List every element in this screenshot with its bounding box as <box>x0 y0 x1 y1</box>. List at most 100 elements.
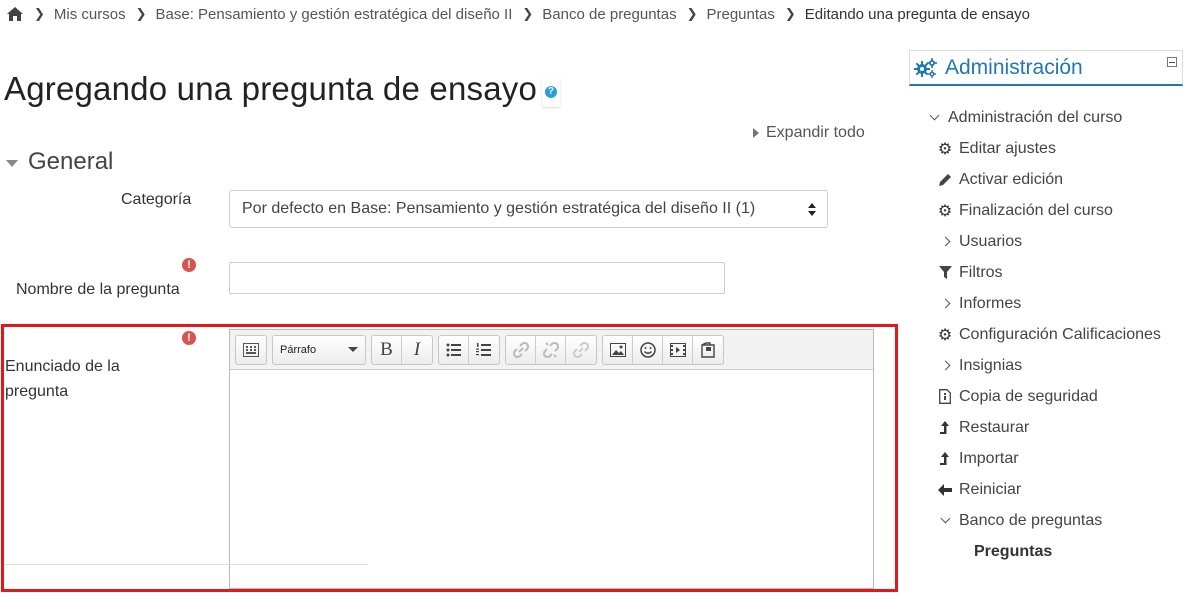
question-text-label: Enunciado de la pregunta <box>5 354 120 404</box>
administration-header: Administración <box>909 50 1183 86</box>
tree-item-label: Restaurar <box>959 418 1030 436</box>
file-icon <box>937 389 953 405</box>
chevron-right-icon <box>937 234 953 250</box>
chevron-right-icon <box>937 296 953 312</box>
tree-item-label: Importar <box>959 449 1019 467</box>
image-icon[interactable] <box>603 335 633 364</box>
gear-icon: ⚙ <box>937 140 953 158</box>
tree-item-backup[interactable]: Copia de seguridad <box>909 381 1183 412</box>
rich-text-editor: Párrafo B I <box>229 329 874 589</box>
paragraph-style-dropdown[interactable]: Párrafo <box>273 336 365 364</box>
link-to-file-icon[interactable] <box>566 336 596 364</box>
tree-item-questions[interactable]: Preguntas <box>909 536 1183 567</box>
cogs-icon <box>914 57 938 79</box>
category-select[interactable]: Por defecto en Base: Pensamiento y gesti… <box>229 190 828 228</box>
tree-item-label: Preguntas <box>974 542 1053 560</box>
required-icon: ! <box>182 331 196 345</box>
tree-item-filters[interactable]: Filtros <box>909 257 1183 288</box>
tree-item-badges[interactable]: Insignias <box>909 350 1183 381</box>
tree-item-label: Insignias <box>959 356 1023 374</box>
help-button[interactable]: ? <box>542 77 560 107</box>
tree-item-label: Filtros <box>959 263 1003 281</box>
link-icon[interactable] <box>506 335 536 364</box>
category-select-value: Por defecto en Base: Pensamiento y gesti… <box>242 200 756 217</box>
caret-down-icon <box>348 347 358 352</box>
section-general-label: General <box>28 148 114 175</box>
tree-item-label: Editar ajustes <box>959 139 1056 157</box>
breadcrumb-item-course[interactable]: Base: Pensamiento y gestión estratégica … <box>156 6 513 23</box>
breadcrumb-separator-icon: ❯ <box>686 6 698 21</box>
arrow-left-icon <box>937 482 953 498</box>
home-icon[interactable] <box>6 6 24 22</box>
administration-title: Administración <box>945 55 1083 79</box>
category-label: Categoría <box>121 191 192 208</box>
breadcrumb-separator-icon: ❯ <box>34 6 45 21</box>
tree-item-label: Administración del curso <box>948 108 1123 126</box>
breadcrumb: ❯ Mis cursos ❯ Base: Pensamiento y gesti… <box>6 3 1030 25</box>
tree-item-reports[interactable]: Informes <box>909 288 1183 319</box>
bold-button[interactable]: B <box>372 335 402 364</box>
page-title-text: Agregando una pregunta de ensayo <box>4 70 537 107</box>
tree-item-course-administration[interactable]: Administración del curso <box>909 102 1183 133</box>
editor-toolbar: Párrafo B I <box>230 330 873 370</box>
gear-icon: ⚙ <box>937 326 953 344</box>
tree-item-gradebook-setup[interactable]: ⚙ Configuración Calificaciones <box>909 319 1183 350</box>
tree-item-label: Copia de seguridad <box>959 387 1098 405</box>
divider <box>4 564 368 565</box>
section-general-header[interactable]: General <box>6 148 113 176</box>
chevron-right-icon <box>937 358 953 374</box>
question-text-editor-area[interactable] <box>230 370 873 588</box>
manage-files-icon[interactable] <box>693 336 723 364</box>
tree-item-import[interactable]: Importar <box>909 443 1183 474</box>
collapse-block-icon[interactable] <box>1167 57 1177 67</box>
expand-all-link[interactable]: Expandir todo <box>753 124 865 142</box>
pencil-icon <box>937 172 953 188</box>
tree-item-label: Configuración Calificaciones <box>959 325 1161 343</box>
breadcrumb-item-questions[interactable]: Preguntas <box>706 6 774 23</box>
show-more-buttons-icon[interactable] <box>236 336 266 364</box>
toolbar-group-lists <box>438 334 500 365</box>
question-name-label: Nombre de la pregunta <box>16 281 180 298</box>
breadcrumb-item-question-bank[interactable]: Banco de preguntas <box>542 6 676 23</box>
question-text-label-line2: pregunta <box>5 383 69 400</box>
administration-block: Administración Administración del curso … <box>909 50 1183 610</box>
tree-item-question-bank[interactable]: Banco de preguntas <box>909 505 1183 536</box>
expand-all-label: Expandir todo <box>766 124 865 141</box>
select-arrows-icon <box>808 203 816 217</box>
breadcrumb-separator-icon: ❯ <box>522 6 534 21</box>
tree-item-users[interactable]: Usuarios <box>909 226 1183 257</box>
level-up-icon <box>937 420 953 436</box>
tree-item-reset[interactable]: Reiniciar <box>909 474 1183 505</box>
filter-icon <box>937 265 953 281</box>
breadcrumb-separator-icon: ❯ <box>784 6 796 21</box>
tree-item-label: Activar edición <box>959 170 1064 188</box>
tree-item-label: Finalización del curso <box>959 201 1113 219</box>
tree-item-turn-editing-on[interactable]: Activar edición <box>909 164 1183 195</box>
media-icon[interactable] <box>663 335 693 364</box>
triangle-down-icon <box>6 159 18 167</box>
tree-item-label: Banco de preguntas <box>959 511 1103 529</box>
italic-button[interactable]: I <box>402 336 432 364</box>
toolbar-group-links <box>505 334 597 365</box>
tree-item-label: Usuarios <box>959 232 1023 250</box>
toolbar-group-format: B I <box>371 334 433 365</box>
breadcrumb-item-current[interactable]: Editando una pregunta de ensayo <box>805 6 1030 23</box>
tree-item-edit-settings[interactable]: ⚙ Editar ajustes <box>909 133 1183 164</box>
tree-item-restore[interactable]: Restaurar <box>909 412 1183 443</box>
ordered-list-icon[interactable] <box>469 336 499 364</box>
breadcrumb-item-my-courses[interactable]: Mis cursos <box>54 6 126 23</box>
triangle-right-icon <box>753 128 759 138</box>
chevron-down-icon <box>926 110 942 126</box>
question-name-input[interactable] <box>229 262 725 294</box>
emoticon-icon[interactable] <box>633 335 663 364</box>
unlink-icon[interactable] <box>536 335 566 364</box>
toolbar-group-collapse <box>235 334 267 365</box>
toolbar-group-style: Párrafo <box>272 334 366 365</box>
paragraph-style-label: Párrafo <box>280 343 317 356</box>
page-title: Agregando una pregunta de ensayo ? <box>4 70 560 108</box>
question-text-label-line1: Enunciado de la <box>5 358 120 375</box>
unordered-list-icon[interactable] <box>439 335 469 364</box>
chevron-down-icon <box>937 513 953 529</box>
tree-item-course-completion[interactable]: ⚙ Finalización del curso <box>909 195 1183 226</box>
toolbar-group-media <box>602 334 724 365</box>
